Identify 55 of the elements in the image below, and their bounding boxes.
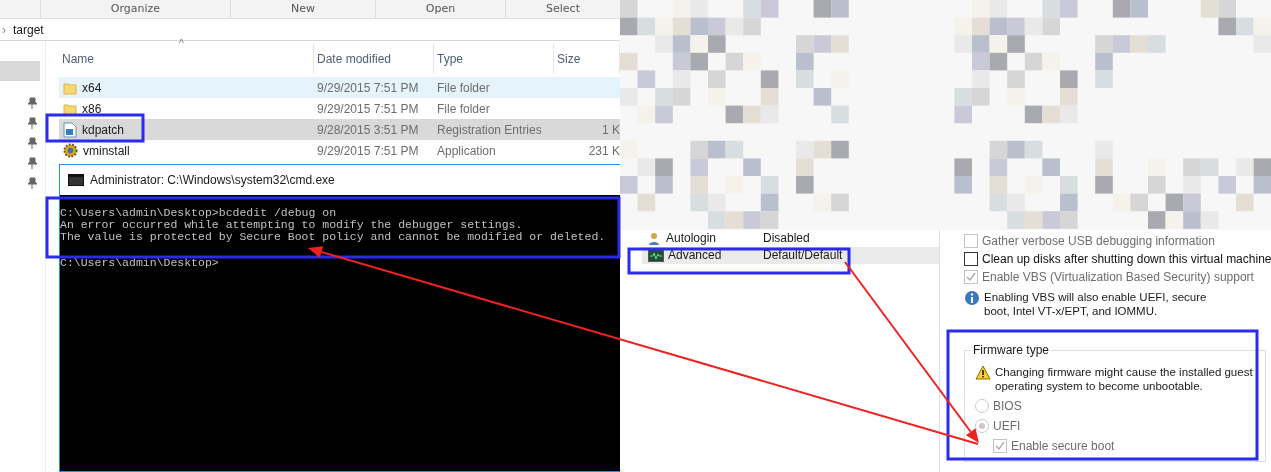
folder-icon [63, 101, 77, 116]
column-header[interactable]: Name [59, 44, 314, 74]
breadcrumb-chevron[interactable]: › [2, 22, 6, 37]
pin-icon[interactable] [27, 137, 37, 149]
file-row[interactable]: x86 9/29/2015 7:51 PM File folder [59, 98, 620, 119]
pin-icon[interactable] [27, 157, 37, 169]
file-type: Registration Entries [436, 122, 543, 137]
console-line: The value is protected by Secure Boot policy and cannot be modified or deleted. [60, 231, 607, 243]
file-name: x86 [82, 101, 102, 116]
item-value: Default/Default [763, 249, 844, 262]
breadcrumb-folder[interactable]: target [13, 22, 44, 37]
file-size: 231 K [587, 143, 620, 158]
warning-text: Changing firmware might cause the installed guest operating system to become unbootable. [995, 365, 1254, 393]
file-name: x64 [82, 80, 102, 95]
pin-icon[interactable] [27, 97, 37, 109]
settings-list-item[interactable]: Autologin Disabled [642, 230, 939, 247]
file-date: 9/29/2015 7:51 PM [316, 101, 420, 116]
file-name: vminstall [83, 143, 130, 158]
file-date: 9/28/2015 3:51 PM [316, 122, 420, 137]
console-prompt: C:\Users\admin\Desktop> [60, 257, 220, 269]
file-date: 9/29/2015 7:51 PM [316, 80, 420, 95]
file-row[interactable]: vminstall 9/29/2015 7:51 PM Application 231 K [59, 140, 620, 161]
warning-icon [975, 365, 991, 380]
pin-icon[interactable] [27, 177, 37, 189]
info-text: Enabling VBS will also enable UEFI, secure boot, Intel VT-x/EPT, and IOMMU. [984, 290, 1208, 318]
console-line: C:\Users\admin\Desktop>bcdedit /debug on [60, 207, 338, 219]
column-header[interactable]: Type [434, 44, 554, 74]
registry-file-icon [63, 121, 77, 138]
toolbar-group-label: Open [375, 0, 505, 18]
user-icon [648, 232, 662, 245]
pin-icon[interactable] [27, 117, 37, 129]
file-name: kdpatch [82, 122, 125, 137]
toolbar-group-label: New [230, 0, 375, 18]
file-row[interactable]: x64 9/29/2015 7:51 PM File folder [59, 77, 620, 98]
item-name: Autologin [666, 232, 717, 245]
folder-icon [63, 80, 77, 95]
console-icon [68, 174, 84, 186]
group-title: Firmware type [971, 343, 1051, 357]
info-icon [964, 290, 980, 306]
file-date: 9/29/2015 7:51 PM [316, 143, 420, 158]
file-type: File folder [436, 80, 491, 95]
toolbar-group-label: Organize [40, 0, 230, 18]
checkbox[interactable] [964, 252, 978, 266]
file-size: 1 K [601, 122, 620, 137]
gear-icon [63, 143, 78, 158]
option-label[interactable]: Clean up disks after shutting down this virtual machine [964, 252, 1271, 266]
column-header[interactable]: Date modified [314, 44, 434, 74]
file-row[interactable]: kdpatch 9/28/2015 3:51 PM Registration Entries 1 K [59, 119, 620, 140]
file-type: File folder [436, 101, 491, 116]
file-type: Application [436, 143, 497, 158]
settings-list-item[interactable]: Advanced Default/Default [642, 247, 939, 264]
console-line: An error occurred while attempting to modify the debugger settings. [60, 219, 524, 231]
item-name: Advanced [668, 249, 722, 262]
item-value: Disabled [763, 232, 811, 245]
window-title: Administrator: C:\Windows\system32\cmd.exe [90, 173, 335, 187]
